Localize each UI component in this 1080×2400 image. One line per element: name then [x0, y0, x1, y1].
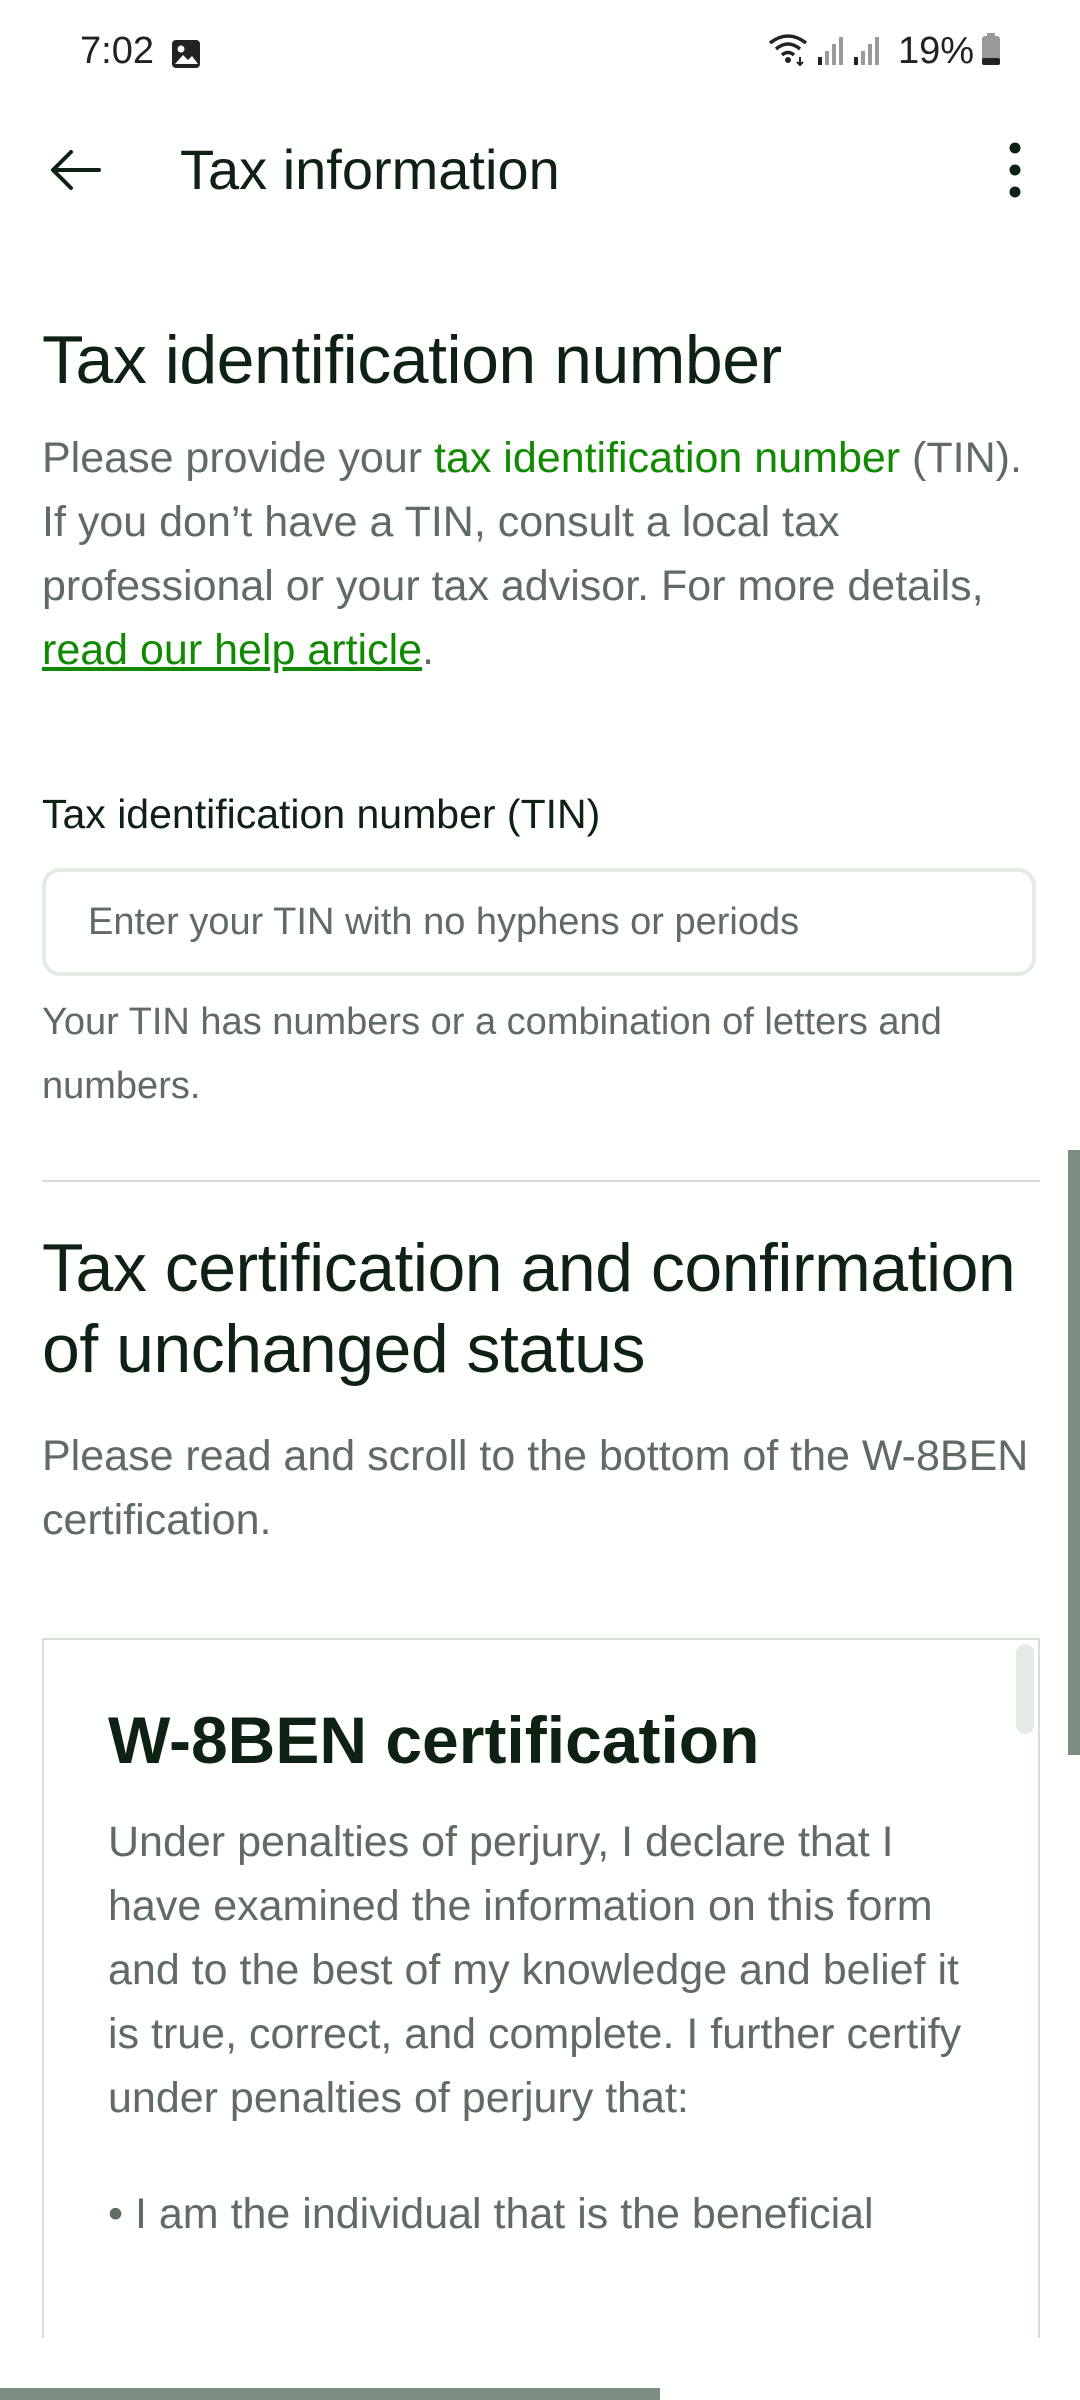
- status-bar: 7:02 19%: [0, 0, 1080, 105]
- app-bar: Tax information: [0, 105, 1080, 235]
- bottom-progress-bar: [0, 2388, 660, 2400]
- more-vert-icon: [1009, 142, 1021, 198]
- wifi-icon: [766, 31, 810, 72]
- certification-body: Under penalties of perjury, I declare th…: [108, 1818, 962, 2122]
- tin-heading: Tax identification number: [42, 322, 782, 398]
- battery-icon: [980, 31, 1002, 72]
- certification-heading: Tax certification and confirmation of un…: [42, 1230, 1016, 1387]
- w8ben-certification-box[interactable]: W-8BEN certification Under penalties of …: [42, 1638, 1040, 2338]
- section-divider: [42, 1180, 1040, 1182]
- photo-icon: [170, 38, 202, 70]
- certification-title: W-8BEN certification: [108, 1703, 760, 1777]
- page-scrollbar[interactable]: [1068, 1150, 1080, 1755]
- page-title: Tax information: [180, 138, 560, 201]
- signal-icon: [816, 31, 846, 72]
- arrow-left-icon: [51, 150, 101, 190]
- tin-intro: Please provide your tax identification n…: [42, 426, 1040, 682]
- tin-input[interactable]: [42, 868, 1036, 976]
- back-button[interactable]: [40, 135, 110, 205]
- tin-helper-text: Your TIN has numbers or a combination of…: [42, 1001, 942, 1107]
- help-article-link[interactable]: read our help article: [42, 626, 422, 674]
- intro-prefix: Please provide your: [42, 434, 434, 482]
- battery-percent: 19%: [897, 30, 974, 72]
- certification-bullet: • I am the individual that is the benefi…: [108, 2190, 874, 2238]
- status-time: 7:02: [80, 30, 154, 72]
- main-content: Tax identification number Please provide…: [42, 320, 1040, 2338]
- signal-icon: [852, 31, 882, 72]
- tin-field-label: Tax identification number (TIN): [42, 791, 601, 837]
- certification-scrollbar[interactable]: [1016, 1644, 1034, 1734]
- certification-description: Please read and scroll to the bottom of …: [42, 1432, 1029, 1544]
- status-icons: 19%: [766, 30, 1002, 73]
- more-options-button[interactable]: [990, 135, 1040, 205]
- intro-suffix: .: [422, 626, 435, 674]
- tin-definition-link[interactable]: tax identification number: [434, 434, 900, 482]
